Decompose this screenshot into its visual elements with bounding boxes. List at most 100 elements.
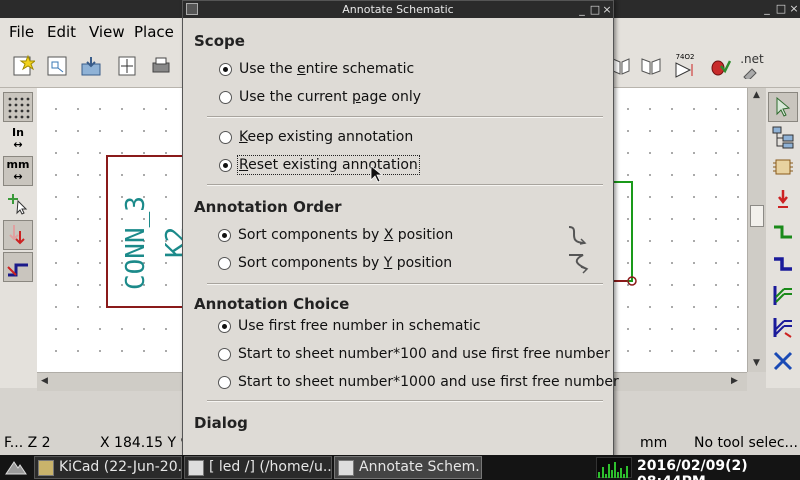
annotate-dialog: Annotate Schematic _ □ × Scope Use the e… <box>182 0 619 458</box>
clipped-option-row <box>207 438 603 444</box>
annotate-task-icon <box>338 460 354 476</box>
task-kicad-label: KiCad (22-Jun-20... <box>59 459 182 475</box>
sheet-x100-radio[interactable]: Start to sheet number*100 and use first … <box>218 346 610 362</box>
task-eeschema-label: [ led /] (/home/u... <box>209 459 332 475</box>
task-annotate[interactable]: Annotate Schem... <box>334 456 482 479</box>
status-units: mm <box>640 435 668 451</box>
add-power-icon[interactable] <box>768 184 798 214</box>
units-mm-button[interactable]: mm ↔ <box>3 156 33 186</box>
dialog-maximize-icon[interactable]: □ <box>589 1 601 18</box>
keep-annotation-radio[interactable]: Keep existing annotation <box>219 129 413 145</box>
menu-edit[interactable]: Edit <box>47 23 76 41</box>
mouse-pointer-icon <box>370 165 384 183</box>
save-icon[interactable] <box>76 51 106 81</box>
minimize-icon[interactable]: _ <box>761 2 773 16</box>
scope-current-page-radio-label: Use the current page only <box>239 89 422 105</box>
radio-button[interactable] <box>219 90 232 104</box>
first-free-number-radio[interactable]: Use first free number in schematic <box>218 318 481 334</box>
separator <box>207 283 603 285</box>
scope-entire-schematic-radio[interactable]: Use the entire schematic <box>219 61 414 77</box>
dialog-title: Annotate Schematic <box>342 3 454 16</box>
sort-by-y-radio[interactable]: Sort components by Y position <box>218 255 452 271</box>
sheet-x1000-radio[interactable]: Start to sheet number*1000 and use first… <box>218 374 619 390</box>
library-editor-icon[interactable] <box>636 51 666 81</box>
select-arrow-icon[interactable] <box>768 92 798 122</box>
menu-file[interactable]: File <box>9 23 34 41</box>
status-zoom: F... Z 2 <box>4 435 51 451</box>
netlist-icon[interactable]: .net <box>737 51 767 81</box>
status-coords: X 184.15 Y 9 <box>100 435 190 451</box>
radio-button[interactable] <box>218 319 231 333</box>
kicad-task-icon <box>38 460 54 476</box>
separator <box>207 116 603 118</box>
task-annotate-label: Annotate Schem... <box>359 459 482 475</box>
eeschema-task-icon <box>188 460 204 476</box>
scope-current-page-radio[interactable]: Use the current page only <box>219 89 421 105</box>
radio-button[interactable] <box>218 228 231 242</box>
dialog-minimize-icon[interactable]: _ <box>576 1 588 18</box>
radio-button[interactable] <box>218 375 231 389</box>
radio-button[interactable] <box>219 62 232 76</box>
page-setup-icon[interactable] <box>112 51 142 81</box>
scope-heading: Scope <box>194 32 245 50</box>
bus-to-bus-entry-icon[interactable] <box>768 312 798 342</box>
hierarchy-navigator-icon[interactable] <box>768 122 798 152</box>
keep-annotation-radio-label: Keep existing annotation <box>239 129 414 145</box>
maximize-icon[interactable]: □ <box>775 2 787 16</box>
separator <box>207 400 603 402</box>
sheet-settings-icon[interactable] <box>42 51 72 81</box>
chip-label: 74O2 <box>675 52 695 61</box>
dialog-app-icon <box>186 3 198 15</box>
add-component-icon[interactable] <box>768 152 798 182</box>
wire-to-bus-entry-icon[interactable] <box>768 280 798 310</box>
units-inch-button[interactable]: In ↔ <box>3 124 33 154</box>
start-menu-icon[interactable] <box>2 456 30 479</box>
reset-annotation-radio[interactable]: Reset existing annotation <box>219 155 420 175</box>
sort-by-x-radio[interactable]: Sort components by X position <box>218 227 453 243</box>
add-bus-icon[interactable] <box>768 248 798 278</box>
add-wire-icon[interactable] <box>768 216 798 246</box>
annotation-order-heading: Annotation Order <box>194 198 342 216</box>
vertical-scrollbar[interactable]: ▲ ▼ <box>747 88 766 372</box>
vertical-scroll-thumb[interactable] <box>750 205 764 227</box>
bus-wire-angle-icon[interactable] <box>3 252 33 282</box>
erc-bug-icon[interactable] <box>704 51 734 81</box>
status-tool: No tool selec... <box>694 435 798 451</box>
dialog-titlebar: Annotate Schematic _ □ × <box>183 1 613 18</box>
reset-annotation-radio-label: Reset existing annotation <box>237 155 420 175</box>
radio-button[interactable] <box>218 347 231 361</box>
sheet-x100-radio-label: Start to sheet number*100 and use first … <box>238 346 610 362</box>
annotate-icon[interactable]: 74O2 <box>670 51 700 81</box>
cpu-monitor <box>596 457 632 478</box>
sort-by-x-icon <box>565 223 591 251</box>
annotation-choice-heading: Annotation Choice <box>194 295 350 313</box>
net-label: .net <box>740 52 764 66</box>
sort-by-x-radio-label: Sort components by X position <box>238 227 454 243</box>
radio-button[interactable] <box>219 130 232 144</box>
left-toolbar: In ↔ mm ↔ <box>0 88 37 388</box>
cursor-shape-icon[interactable] <box>3 188 33 218</box>
sort-by-y-icon <box>565 251 591 279</box>
first-free-number-radio-label: Use first free number in schematic <box>238 318 481 334</box>
right-toolbar <box>766 88 800 388</box>
task-eeschema[interactable]: [ led /] (/home/u... <box>184 456 332 479</box>
dialog-close-icon[interactable]: × <box>601 1 613 18</box>
grid-toggle-icon[interactable] <box>3 92 33 122</box>
menu-place[interactable]: Place <box>134 23 174 41</box>
sheet-x1000-radio-label: Start to sheet number*1000 and use first… <box>238 374 619 390</box>
scope-entire-schematic-radio-label: Use the entire schematic <box>239 61 415 77</box>
print-icon[interactable] <box>146 51 176 81</box>
menu-view[interactable]: View <box>89 23 125 41</box>
new-schematic-icon[interactable] <box>8 51 38 81</box>
task-kicad[interactable]: KiCad (22-Jun-20... <box>34 456 182 479</box>
radio-button[interactable] <box>218 256 231 270</box>
separator <box>207 184 603 186</box>
dialog-options-heading: Dialog <box>194 414 248 432</box>
taskbar-clock: 2016/02/09(2) 08:44PM <box>637 458 748 480</box>
hidden-pins-icon[interactable] <box>3 220 33 250</box>
no-connect-icon[interactable] <box>768 346 798 376</box>
radio-button[interactable] <box>219 158 232 172</box>
close-icon[interactable]: × <box>788 2 800 16</box>
wire-segment <box>614 181 633 282</box>
component-ref-text: CONN_3 <box>121 196 151 290</box>
